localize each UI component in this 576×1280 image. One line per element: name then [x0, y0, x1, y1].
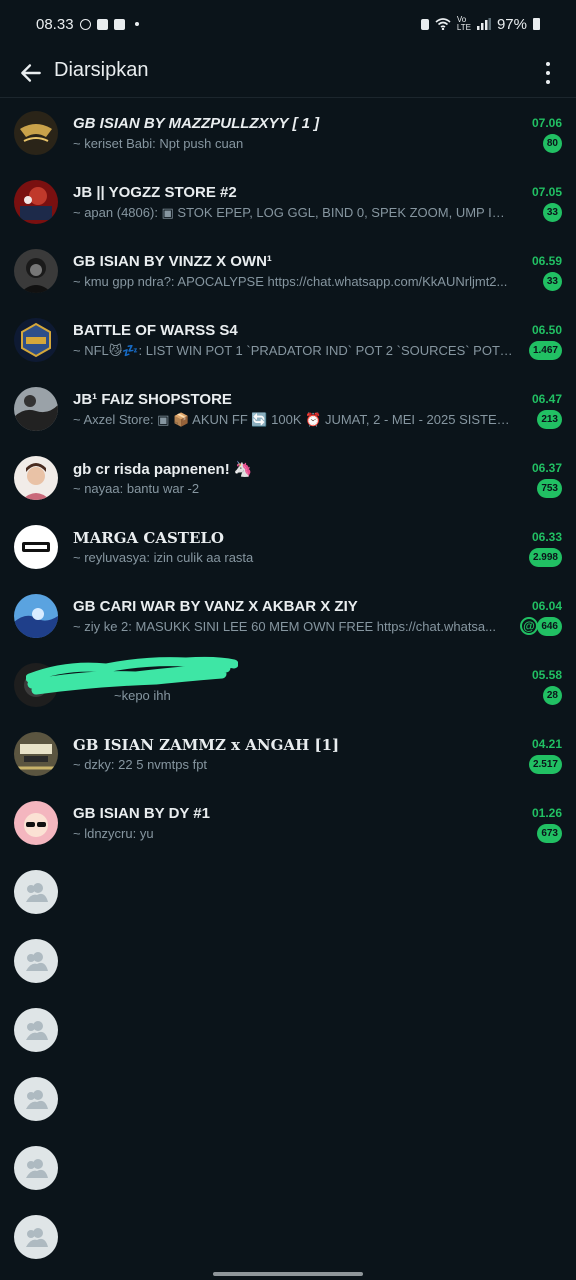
app-bar: Diarsipkan: [0, 48, 576, 98]
gallery-notification-icon: [96, 18, 108, 30]
alarm-icon: [420, 18, 429, 30]
unread-badge: 1.467: [528, 341, 562, 360]
chat-last-message: ~ ziy ke 2: MASUKK SINI LEE 60 MEM OWN F…: [73, 619, 496, 634]
chat-row[interactable]: JB¹ FAIZ SHOPSTORE ~ Axzel Store: ▣ 📦 AK…: [0, 375, 576, 444]
chat-last-message: ~ nayaa: bantu war -2: [73, 481, 200, 496]
archived-chat-list: GB ISIAN BY MAZZPULLZXYY [ 1 ] ~ keriset…: [0, 99, 576, 1272]
volte-icon: Vo LTE: [456, 15, 471, 32]
chat-time: 04.21: [531, 737, 562, 751]
chat-time: 06.59: [531, 254, 562, 268]
chat-row[interactable]: JB || YOGZZ STORE #2 ~ apan (4806): ▣ ST…: [0, 168, 576, 237]
unread-badge: 753: [537, 479, 562, 498]
placeholder-chat-row[interactable]: [0, 1065, 576, 1134]
placeholder-chat-row[interactable]: [0, 927, 576, 996]
whatsapp-notification-icon: [79, 18, 91, 30]
unread-badge: 646: [537, 617, 562, 636]
chat-last-message: ~ NFL😼💤: LIST WIN POT 1 `PRADATOR IND` P…: [73, 343, 513, 358]
more-notifications-dot: [134, 22, 139, 26]
chat-row[interactable]: gb cr risda papnenen! 🦄 ~ nayaa: bantu w…: [0, 444, 576, 513]
status-bar: 08.33 Vo LTE 97%: [0, 0, 576, 48]
placeholder-chat-row[interactable]: [0, 996, 576, 1065]
group-placeholder-icon: [14, 1215, 58, 1259]
chat-time: 06.37: [531, 461, 562, 475]
chat-time: 05.58: [531, 668, 562, 682]
battery-percent: 97%: [496, 15, 527, 33]
chat-time: 06.50: [531, 323, 562, 337]
signal-icon: [476, 18, 491, 30]
chat-row[interactable]: MARGA CASTELO ~ reyluvasya: izin culik a…: [0, 513, 576, 582]
group-placeholder-icon: [14, 870, 58, 914]
group-placeholder-icon: [14, 1008, 58, 1052]
chat-name: MARGA CASTELO: [73, 529, 224, 547]
unread-badge: 28: [542, 686, 562, 705]
wifi-icon: [435, 18, 451, 30]
unread-badge: 213: [537, 410, 562, 429]
chat-last-message: ~ ldnzycru: yu: [73, 826, 154, 841]
group-avatar: [14, 387, 58, 431]
unread-badge: 80: [542, 134, 562, 153]
chat-last-message: ~ keriset Babi: Npt push cuan: [73, 136, 244, 151]
chat-time: 01.26: [531, 806, 562, 820]
chat-name: GB ISIAN BY DY #1: [73, 805, 210, 822]
group-placeholder-icon: [14, 1077, 58, 1121]
chat-time: 06.33: [531, 530, 562, 544]
unread-badge: 33: [542, 203, 562, 222]
group-avatar: [14, 249, 58, 293]
chat-last-message: ~ Axzel Store: ▣ 📦 AKUN FF 🔄 100K ⏰ JUMA…: [73, 412, 513, 427]
chat-last-message: ~ reyluvasya: izin culik aa rasta: [73, 550, 254, 565]
unread-badge: 2.998: [528, 548, 562, 567]
group-avatar: [14, 456, 58, 500]
group-avatar: [14, 732, 58, 776]
page-title: Diarsipkan: [54, 59, 149, 81]
chat-row[interactable]: GB CARI WAR BY VANZ X AKBAR X ZIY ~ ziy …: [0, 582, 576, 651]
placeholder-chat-row[interactable]: [0, 858, 576, 927]
placeholder-chat-row[interactable]: [0, 1134, 576, 1203]
chat-time: 07.05: [531, 185, 562, 199]
chat-row[interactable]: GB ISIAN BY MAZZPULLZXYY [ 1 ] ~ keriset…: [0, 99, 576, 168]
status-time: 08.33: [36, 15, 74, 33]
chat-last-message: ~ kmu gpp ndra?: APOCALYPSE https://chat…: [73, 274, 508, 289]
chat-name: JB || YOGZZ STORE #2: [73, 184, 237, 201]
chat-time: 07.06: [531, 116, 562, 130]
battery-icon: [533, 18, 540, 30]
group-avatar: [14, 525, 58, 569]
chat-row[interactable]: GB ISIAN ZAMMZ x ANGAH [1] ~ dzky: 22 5 …: [0, 720, 576, 789]
chat-last-message: ~ dzky: 22 5 nvmtps fpt: [73, 757, 208, 772]
group-placeholder-icon: [14, 1146, 58, 1190]
chat-name: GB ISIAN BY MAZZPULLZXYY [ 1 ]: [73, 115, 320, 132]
group-avatar: [14, 318, 58, 362]
chat-row[interactable]: ~kepo ihh 05.58 28: [0, 651, 576, 720]
chat-last-message: ~ apan (4806): ▣ STOK EPEP, LOG GGL, BIN…: [73, 205, 513, 220]
group-avatar: [14, 111, 58, 155]
unread-badge: 33: [542, 272, 562, 291]
group-avatar: [14, 801, 58, 845]
chat-name: GB ISIAN BY VINZZ X OWN¹: [73, 253, 272, 270]
chat-row[interactable]: GB ISIAN BY DY #1 ~ ldnzycru: yu 01.26 6…: [0, 789, 576, 858]
chat-name: JB¹ FAIZ SHOPSTORE: [73, 391, 232, 408]
chat-row[interactable]: GB ISIAN BY VINZZ X OWN¹ ~ kmu gpp ndra?…: [0, 237, 576, 306]
chat-name: BATTLE OF WARSS S4: [73, 322, 238, 339]
chat-time: 06.04: [531, 599, 562, 613]
placeholder-chat-row[interactable]: [0, 1203, 576, 1272]
mention-icon: @: [520, 617, 538, 635]
redaction-scribble: [26, 656, 238, 695]
back-arrow-icon[interactable]: [18, 60, 44, 86]
chat-name: gb cr risda papnenen! 🦄: [73, 461, 253, 478]
gesture-handle[interactable]: [213, 1272, 363, 1276]
check-notification-icon: [113, 18, 125, 30]
chat-name: GB CARI WAR BY VANZ X AKBAR X ZIY: [73, 598, 358, 615]
unread-badge: 2.517: [528, 755, 562, 774]
chat-row[interactable]: BATTLE OF WARSS S4 ~ NFL😼💤: LIST WIN POT…: [0, 306, 576, 375]
more-options-icon[interactable]: [538, 62, 558, 84]
group-avatar: [14, 180, 58, 224]
unread-badge: 673: [537, 824, 562, 843]
chat-name: GB ISIAN ZAMMZ x ANGAH [1]: [73, 736, 340, 754]
group-placeholder-icon: [14, 939, 58, 983]
group-avatar: [14, 594, 58, 638]
chat-time: 06.47: [531, 392, 562, 406]
